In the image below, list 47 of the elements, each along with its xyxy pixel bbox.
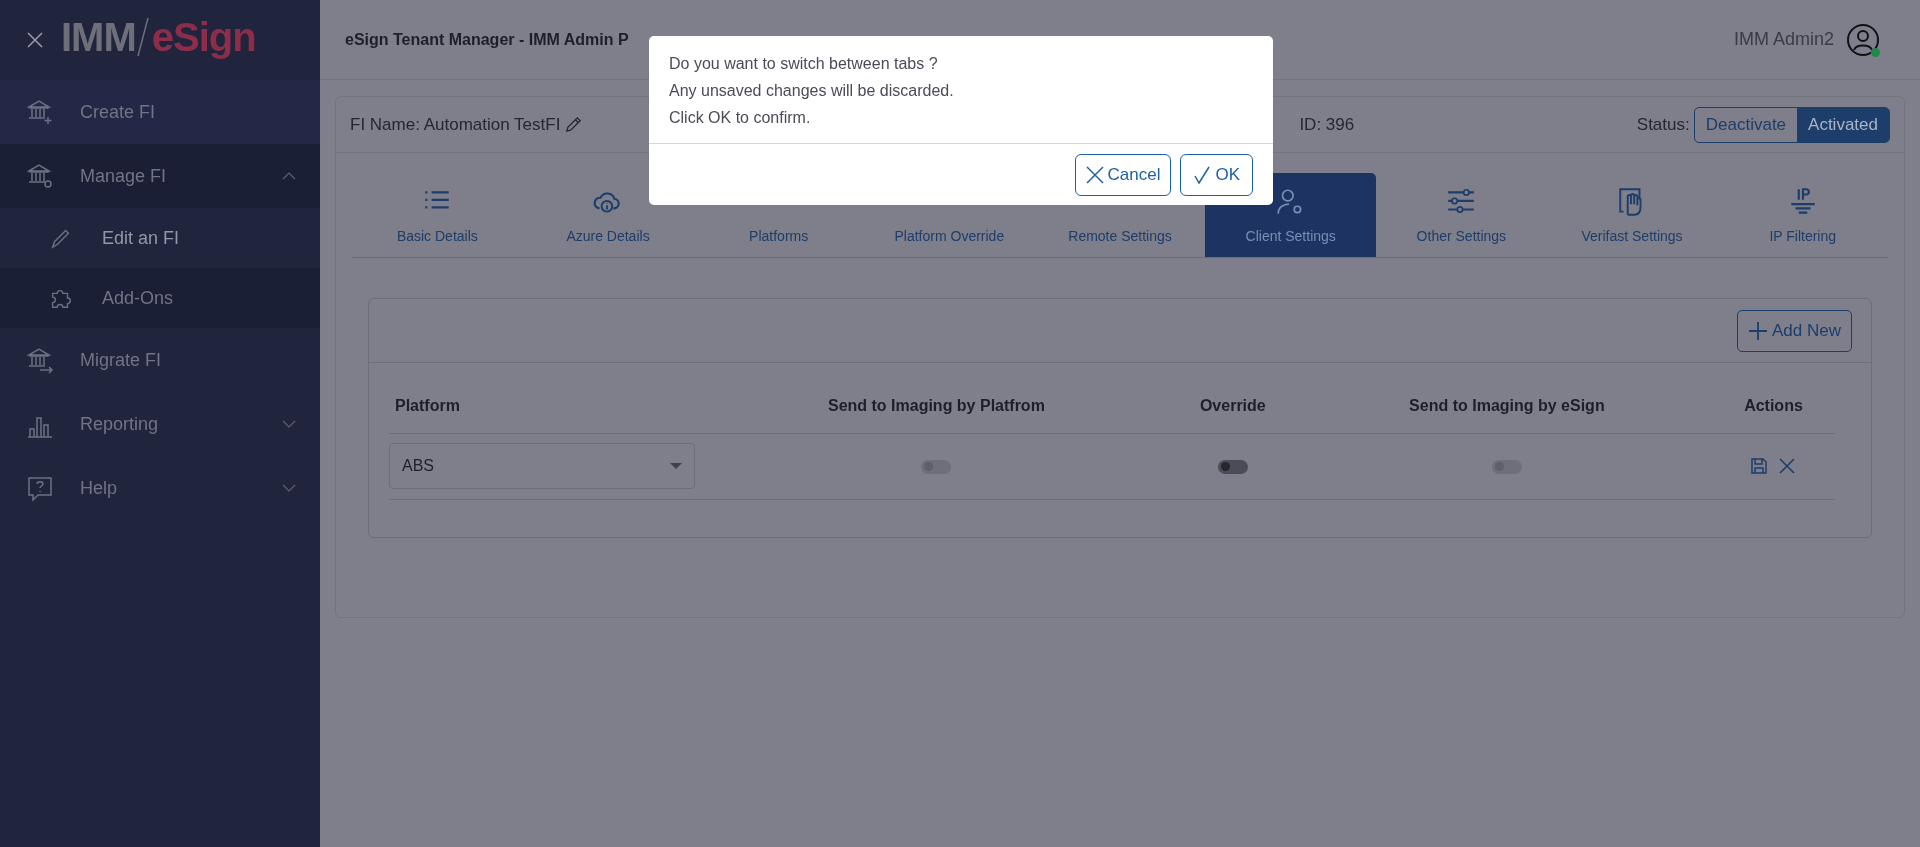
help-icon xyxy=(26,474,54,502)
tab[interactable]: Basic Details xyxy=(352,173,523,257)
page-title: eSign Tenant Manager - IMM Admin P xyxy=(345,29,629,50)
nav-item[interactable]: Help xyxy=(0,456,320,520)
bank-plus-icon xyxy=(26,98,54,126)
user-avatar-icon[interactable] xyxy=(1846,22,1880,57)
nav-item[interactable]: Create FI xyxy=(0,80,320,144)
status-toggle-option[interactable]: Deactivate xyxy=(1694,107,1798,142)
column-header: Platform xyxy=(389,379,709,433)
status-toggle-option[interactable]: Activated xyxy=(1797,107,1889,142)
column-header: Actions xyxy=(1711,379,1835,433)
dialog-message-line: Click OK to confirm. xyxy=(669,108,812,128)
toggle-switch[interactable] xyxy=(1217,459,1248,474)
tab[interactable]: Other Settings xyxy=(1376,173,1547,257)
bank-gear-icon xyxy=(26,162,54,190)
platform-select[interactable]: ABS xyxy=(389,443,695,489)
fi-name: FI Name: Automation TestFI xyxy=(350,113,561,136)
tab[interactable]: Verifast Settings xyxy=(1546,173,1718,257)
pencil-icon[interactable] xyxy=(564,115,584,134)
status-label: Status: xyxy=(1636,113,1690,136)
dropdown-caret-icon xyxy=(670,460,682,472)
column-header: Send to Imaging by eSign xyxy=(1301,379,1712,433)
tab[interactable]: IP Filtering xyxy=(1717,173,1889,257)
dialog-message-line: Do you want to switch between tabs ? xyxy=(669,54,939,74)
check-icon xyxy=(1193,165,1212,184)
tab[interactable]: Platforms xyxy=(693,173,864,257)
nav-item[interactable]: Migrate FI xyxy=(0,328,320,392)
plus-icon xyxy=(1748,320,1768,341)
user-name: IMM Admin2 xyxy=(1733,28,1834,51)
dialog-message-line: Any unsaved changes will be discarded. xyxy=(669,81,955,101)
close-icon[interactable] xyxy=(27,32,43,48)
bank-arrow-icon xyxy=(26,346,54,374)
nav-subitem[interactable]: Add-Ons xyxy=(0,268,320,328)
add-new-button[interactable]: Add New xyxy=(1737,309,1852,352)
fi-id: ID: 396 xyxy=(1299,113,1355,136)
column-header: Send to Imaging by Platfrom xyxy=(709,379,1164,433)
tab[interactable]: Azure Details xyxy=(522,173,694,257)
tab[interactable]: Platform Override xyxy=(864,173,1035,257)
brand-logo: IMM eSign xyxy=(61,17,256,57)
cancel-button[interactable]: Cancel xyxy=(1074,153,1172,196)
nav-item[interactable]: Reporting xyxy=(0,392,320,456)
nav-item[interactable]: Manage FI xyxy=(0,144,320,208)
close-icon xyxy=(1085,165,1104,184)
save-icon[interactable] xyxy=(1750,457,1769,475)
ok-button[interactable]: OK xyxy=(1180,153,1253,196)
column-header: Override xyxy=(1163,379,1302,433)
close-icon[interactable] xyxy=(1778,457,1797,475)
